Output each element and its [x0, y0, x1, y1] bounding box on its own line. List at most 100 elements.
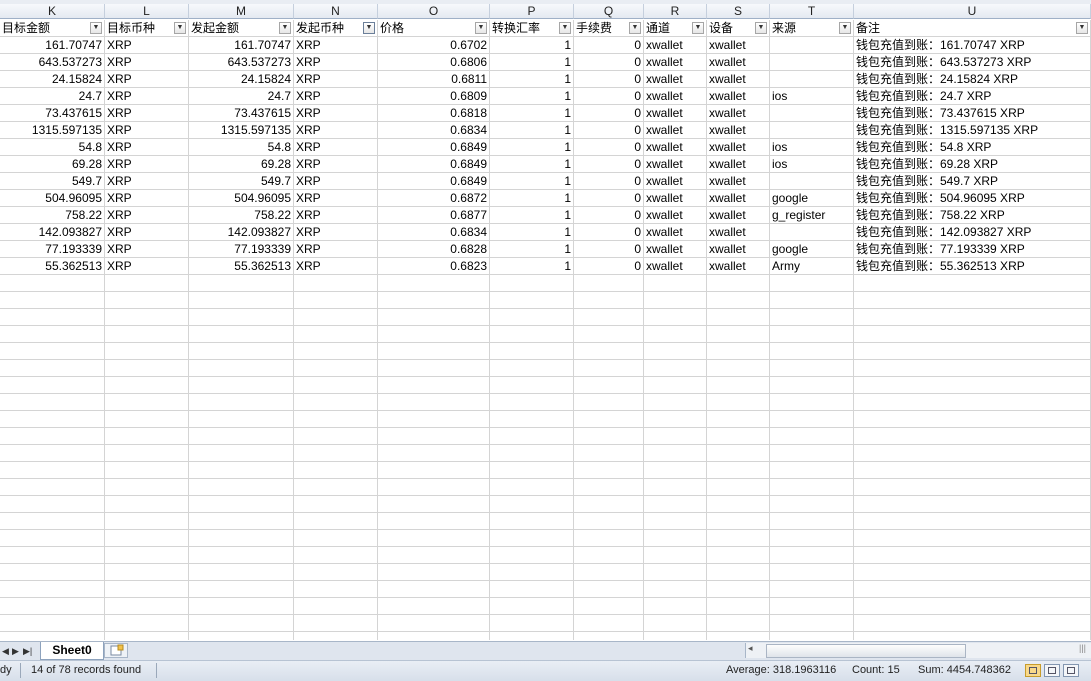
empty-cell[interactable]	[707, 377, 770, 394]
empty-cell[interactable]	[378, 309, 490, 326]
empty-cell[interactable]	[490, 360, 574, 377]
empty-cell[interactable]	[490, 275, 574, 292]
empty-cell[interactable]	[294, 598, 378, 615]
cell-k[interactable]: 73.437615	[0, 105, 105, 122]
empty-cell[interactable]	[378, 615, 490, 632]
empty-cell[interactable]	[574, 326, 644, 343]
empty-cell[interactable]	[707, 581, 770, 598]
empty-cell[interactable]	[644, 428, 707, 445]
empty-cell[interactable]	[189, 598, 294, 615]
empty-cell[interactable]	[189, 479, 294, 496]
cell-s[interactable]: xwallet	[707, 105, 770, 122]
empty-cell[interactable]	[854, 564, 1091, 581]
sheet-tab[interactable]: Sheet0	[40, 642, 104, 660]
cell-u[interactable]: 钱包充值到账：24.15824 XRP	[854, 71, 1091, 88]
cell-s[interactable]: xwallet	[707, 139, 770, 156]
empty-cell[interactable]	[105, 615, 189, 632]
empty-cell[interactable]	[574, 496, 644, 513]
empty-cell[interactable]	[378, 632, 490, 640]
empty-cell[interactable]	[854, 309, 1091, 326]
header-cell-p[interactable]: 转换汇率 ▼	[490, 20, 574, 37]
empty-cell[interactable]	[189, 615, 294, 632]
cell-t[interactable]	[770, 122, 854, 139]
filter-dropdown-icon[interactable]: ▼	[90, 22, 102, 34]
cell-p[interactable]: 1	[490, 37, 574, 54]
empty-cell[interactable]	[770, 598, 854, 615]
cell-q[interactable]: 0	[574, 224, 644, 241]
empty-cell[interactable]	[105, 513, 189, 530]
cell-n[interactable]: XRP	[294, 139, 378, 156]
empty-cell[interactable]	[189, 496, 294, 513]
empty-cell[interactable]	[378, 547, 490, 564]
filter-dropdown-icon[interactable]: ▼	[839, 22, 851, 34]
cell-q[interactable]: 0	[574, 88, 644, 105]
empty-cell[interactable]	[770, 377, 854, 394]
cell-k[interactable]: 504.96095	[0, 190, 105, 207]
cell-o[interactable]: 0.6834	[378, 224, 490, 241]
empty-cell[interactable]	[707, 632, 770, 640]
empty-cell[interactable]	[854, 615, 1091, 632]
empty-cell[interactable]	[294, 326, 378, 343]
cell-l[interactable]: XRP	[105, 54, 189, 71]
empty-cell[interactable]	[574, 309, 644, 326]
cell-p[interactable]: 1	[490, 139, 574, 156]
cell-u[interactable]: 钱包充值到账：55.362513 XRP	[854, 258, 1091, 275]
empty-cell[interactable]	[707, 479, 770, 496]
empty-cell[interactable]	[574, 564, 644, 581]
empty-cell[interactable]	[378, 411, 490, 428]
cell-m[interactable]: 55.362513	[189, 258, 294, 275]
cell-q[interactable]: 0	[574, 173, 644, 190]
empty-cell[interactable]	[770, 530, 854, 547]
cell-m[interactable]: 161.70747	[189, 37, 294, 54]
empty-cell[interactable]	[294, 496, 378, 513]
empty-cell[interactable]	[0, 496, 105, 513]
cell-o[interactable]: 0.6823	[378, 258, 490, 275]
cell-l[interactable]: XRP	[105, 139, 189, 156]
empty-cell[interactable]	[294, 428, 378, 445]
empty-cell[interactable]	[189, 445, 294, 462]
cell-n[interactable]: XRP	[294, 88, 378, 105]
empty-cell[interactable]	[770, 615, 854, 632]
cell-n[interactable]: XRP	[294, 37, 378, 54]
empty-cell[interactable]	[707, 292, 770, 309]
cell-u[interactable]: 钱包充值到账：142.093827 XRP	[854, 224, 1091, 241]
empty-cell[interactable]	[644, 598, 707, 615]
cell-r[interactable]: xwallet	[644, 88, 707, 105]
page-break-view-icon[interactable]	[1063, 664, 1079, 677]
cell-k[interactable]: 1315.597135	[0, 122, 105, 139]
empty-cell[interactable]	[105, 479, 189, 496]
filter-dropdown-icon[interactable]: ▼	[755, 22, 767, 34]
empty-cell[interactable]	[294, 462, 378, 479]
empty-cell[interactable]	[574, 377, 644, 394]
cell-m[interactable]: 54.8	[189, 139, 294, 156]
empty-cell[interactable]	[0, 632, 105, 640]
cell-k[interactable]: 758.22	[0, 207, 105, 224]
cell-s[interactable]: xwallet	[707, 241, 770, 258]
cell-s[interactable]: xwallet	[707, 122, 770, 139]
filter-dropdown-icon[interactable]: ▼	[559, 22, 571, 34]
empty-cell[interactable]	[105, 496, 189, 513]
empty-cell[interactable]	[854, 360, 1091, 377]
empty-cell[interactable]	[294, 292, 378, 309]
new-sheet-icon[interactable]	[104, 643, 128, 658]
empty-cell[interactable]	[0, 428, 105, 445]
empty-cell[interactable]	[644, 530, 707, 547]
cell-t[interactable]	[770, 173, 854, 190]
empty-cell[interactable]	[105, 564, 189, 581]
empty-cell[interactable]	[644, 343, 707, 360]
empty-cell[interactable]	[707, 309, 770, 326]
cell-m[interactable]: 504.96095	[189, 190, 294, 207]
filter-dropdown-icon[interactable]: ▼	[475, 22, 487, 34]
empty-cell[interactable]	[189, 547, 294, 564]
cell-t[interactable]	[770, 37, 854, 54]
cell-s[interactable]: xwallet	[707, 173, 770, 190]
cell-r[interactable]: xwallet	[644, 258, 707, 275]
cell-r[interactable]: xwallet	[644, 241, 707, 258]
empty-cell[interactable]	[644, 326, 707, 343]
empty-cell[interactable]	[189, 377, 294, 394]
empty-cell[interactable]	[189, 326, 294, 343]
empty-cell[interactable]	[770, 394, 854, 411]
normal-view-icon[interactable]	[1025, 664, 1041, 677]
empty-cell[interactable]	[707, 513, 770, 530]
empty-cell[interactable]	[294, 343, 378, 360]
